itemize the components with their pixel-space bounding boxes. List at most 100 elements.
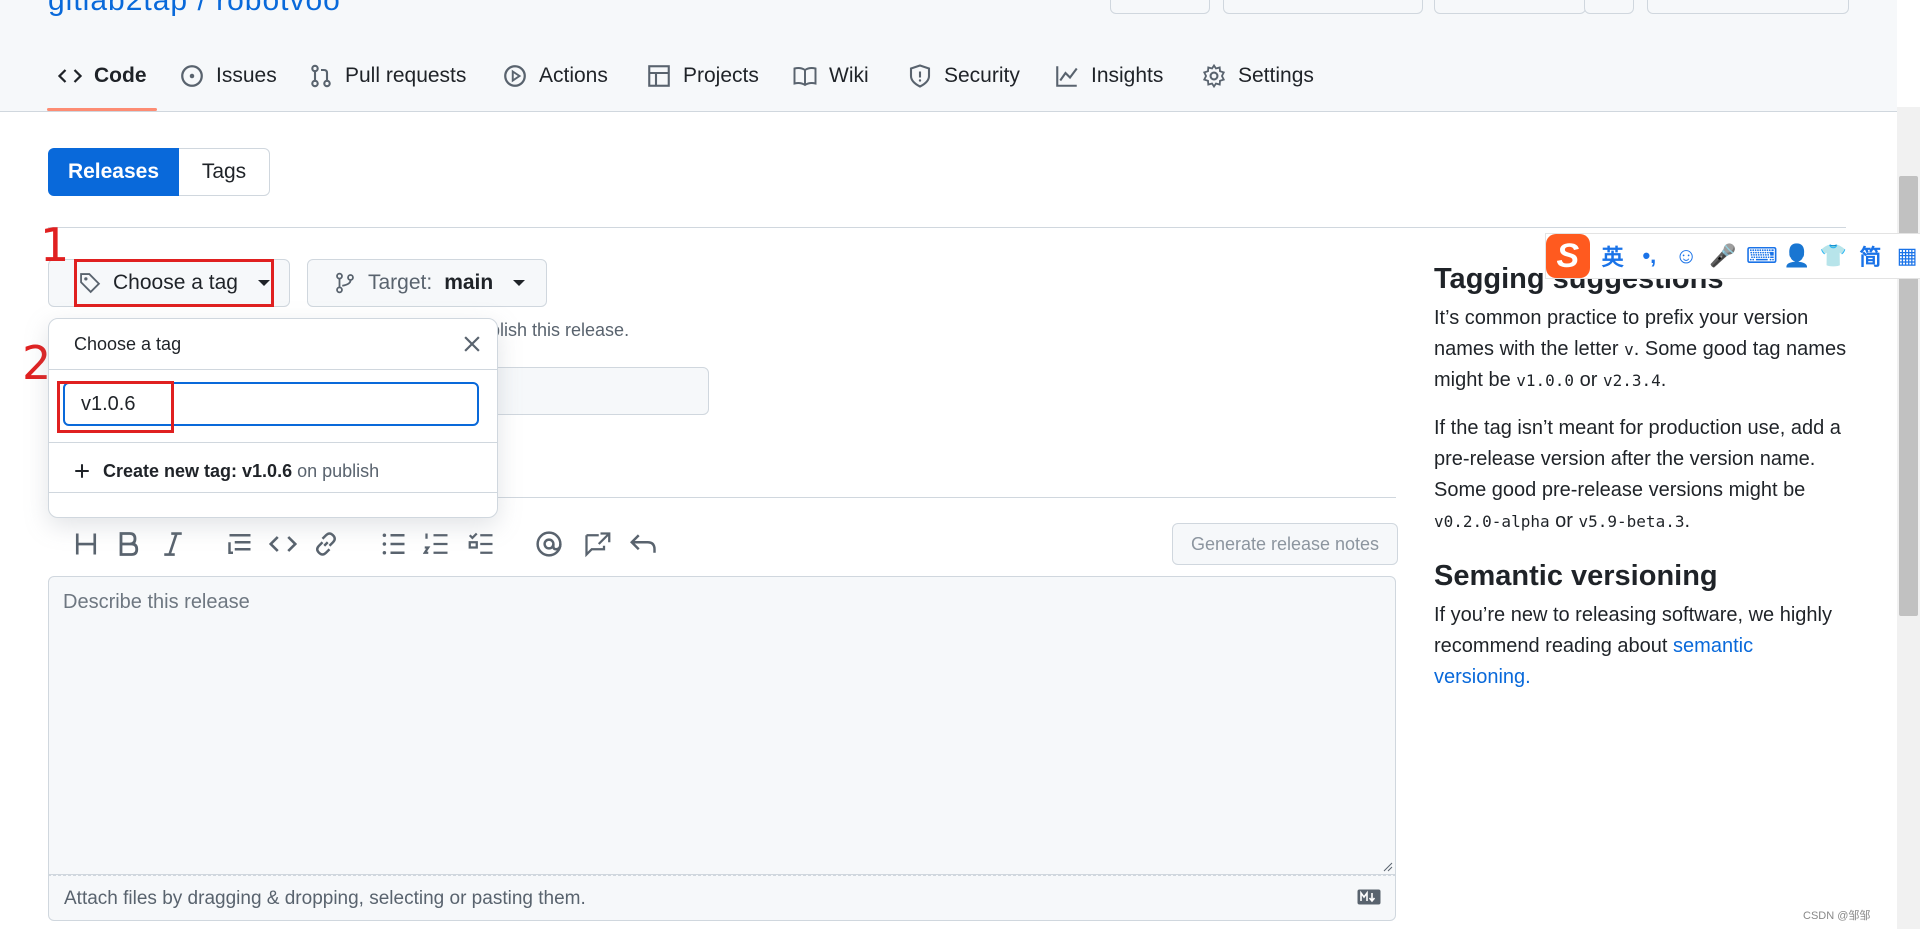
tab-label: Projects [683, 64, 759, 87]
repo-breadcrumb[interactable]: gitlab2tap / robotvoo [48, 0, 341, 18]
gear-icon [1202, 64, 1226, 88]
shield-icon [909, 64, 931, 88]
ime-user-icon[interactable]: 👤 [1783, 243, 1811, 269]
releases-tab[interactable]: Releases [48, 148, 179, 196]
text-span: . [1525, 666, 1531, 688]
tab-security[interactable]: Security [908, 58, 1020, 94]
create-new-tag-option[interactable]: Create new tag: v1.0.6 on publish [73, 456, 379, 486]
annotation-number-2: 2 [22, 336, 52, 390]
graph-icon [1056, 66, 1078, 87]
tab-wiki[interactable]: Wiki [793, 58, 869, 94]
link-icon[interactable] [312, 530, 340, 558]
heading-icon[interactable] [72, 530, 100, 558]
code-span: v0.2.0-alpha [1434, 512, 1550, 531]
ime-punctuation-toggle[interactable]: •, [1635, 243, 1663, 269]
table-icon [648, 65, 670, 87]
tab-issues[interactable]: Issues [180, 58, 277, 94]
ordered-list-icon[interactable] [423, 530, 451, 558]
plus-icon [75, 464, 89, 478]
star-dropdown-button[interactable] [1584, 0, 1634, 14]
tags-tab[interactable]: Tags [179, 148, 270, 196]
annotation-box-1 [74, 259, 274, 307]
target-label: Target: [368, 271, 433, 294]
chevron-down-icon [513, 280, 526, 286]
divider [48, 227, 1846, 228]
code-span: v1.0.0 [1516, 371, 1575, 390]
text-span: . [1660, 369, 1667, 391]
attach-files-bar[interactable]: Attach files by dragging & dropping, sel… [48, 875, 1396, 921]
tab-projects[interactable]: Projects [647, 58, 759, 94]
quote-icon[interactable] [226, 530, 254, 558]
divider [49, 492, 497, 493]
code-span: v2.3.4 [1602, 371, 1661, 390]
text-span: If the tag isn’t meant for production us… [1434, 417, 1841, 501]
ime-keyboard-icon[interactable]: ⌨ [1746, 243, 1778, 269]
text-span: If you’re new to releasing software, we … [1434, 604, 1832, 657]
pre-release-text: If the tag isn’t meant for production us… [1434, 413, 1854, 537]
tab-settings[interactable]: Settings [1202, 58, 1314, 94]
issue-icon [181, 65, 203, 87]
tab-label: Security [944, 64, 1020, 87]
fork-button[interactable] [1223, 0, 1423, 14]
repo-header: gitlab2tap / robotvoo Code Issues Pull r… [0, 0, 1897, 112]
code-icon [58, 69, 82, 83]
semantic-versioning-heading: Semantic versioning [1434, 560, 1718, 592]
italic-icon[interactable] [159, 530, 187, 558]
tab-pull-requests[interactable]: Pull requests [309, 58, 466, 94]
ime-microphone-icon[interactable]: 🎤 [1709, 243, 1737, 269]
markdown-icon [1357, 889, 1381, 905]
play-icon [504, 65, 526, 87]
text-span: . [1684, 510, 1691, 532]
code-span: v [1624, 340, 1634, 359]
target-branch-button[interactable]: Target: main [307, 259, 547, 307]
watch-button[interactable] [1110, 0, 1210, 14]
release-title-input[interactable] [470, 367, 709, 415]
target-value: main [444, 271, 494, 294]
create-tag-suffix: on publish [297, 460, 380, 481]
code-span: v5.9-beta.3 [1578, 512, 1685, 531]
releases-tags-switch: Releases Tags [48, 148, 270, 196]
star-button[interactable] [1434, 0, 1586, 14]
tab-actions[interactable]: Actions [503, 58, 608, 94]
divider [49, 369, 497, 370]
sponsor-button[interactable] [1647, 0, 1849, 14]
description-placeholder: Describe this release [63, 591, 250, 613]
annotation-box-2 [57, 381, 174, 433]
tag-hint-text: blish this release. [490, 320, 630, 340]
ime-simplified-toggle[interactable]: 简 [1856, 240, 1884, 272]
cross-reference-icon[interactable] [583, 530, 611, 558]
sogou-logo-icon[interactable]: S [1546, 234, 1590, 278]
book-icon [793, 67, 817, 87]
annotation-number-1: 1 [40, 218, 70, 272]
resize-handle-icon[interactable] [1381, 860, 1393, 872]
semantic-versioning-text: If you’re new to releasing software, we … [1434, 600, 1854, 693]
create-tag-label: Create new tag: v1.0.6 [103, 460, 293, 481]
undo-icon[interactable] [630, 530, 658, 558]
unordered-list-icon[interactable] [380, 530, 408, 558]
tab-code[interactable]: Code [58, 58, 147, 94]
ime-toolbar: S 英 •, ☺ 🎤 ⌨ 👤 👕 简 ▦ [1545, 233, 1920, 279]
tab-label: Issues [216, 64, 277, 87]
dropdown-title: Choose a tag [74, 334, 182, 354]
release-description-textarea[interactable]: Describe this release [48, 576, 1396, 875]
tab-label: Insights [1091, 64, 1164, 87]
tagging-suggestions-text: It’s common practice to prefix your vers… [1434, 303, 1854, 396]
close-icon[interactable] [461, 333, 483, 355]
bold-icon[interactable] [114, 530, 142, 558]
tab-label: Pull requests [345, 64, 467, 87]
ime-language-toggle[interactable]: 英 [1599, 240, 1627, 272]
text-span: or [1574, 369, 1603, 391]
divider [49, 442, 497, 443]
generate-release-notes-button[interactable]: Generate release notes [1172, 523, 1398, 565]
text-span: or [1549, 510, 1579, 532]
code-icon[interactable] [269, 530, 297, 558]
tab-label: Settings [1238, 64, 1314, 87]
mention-icon[interactable] [535, 530, 563, 558]
ime-skin-icon[interactable]: 👕 [1820, 243, 1848, 269]
task-list-icon[interactable] [468, 530, 496, 558]
ime-toolbox-icon[interactable]: ▦ [1893, 243, 1920, 269]
tab-insights[interactable]: Insights [1055, 58, 1163, 94]
watermark-text: CSDN @邹邹 [1803, 910, 1871, 922]
ime-emoji-icon[interactable]: ☺ [1672, 243, 1700, 269]
tab-label: Wiki [829, 64, 869, 87]
